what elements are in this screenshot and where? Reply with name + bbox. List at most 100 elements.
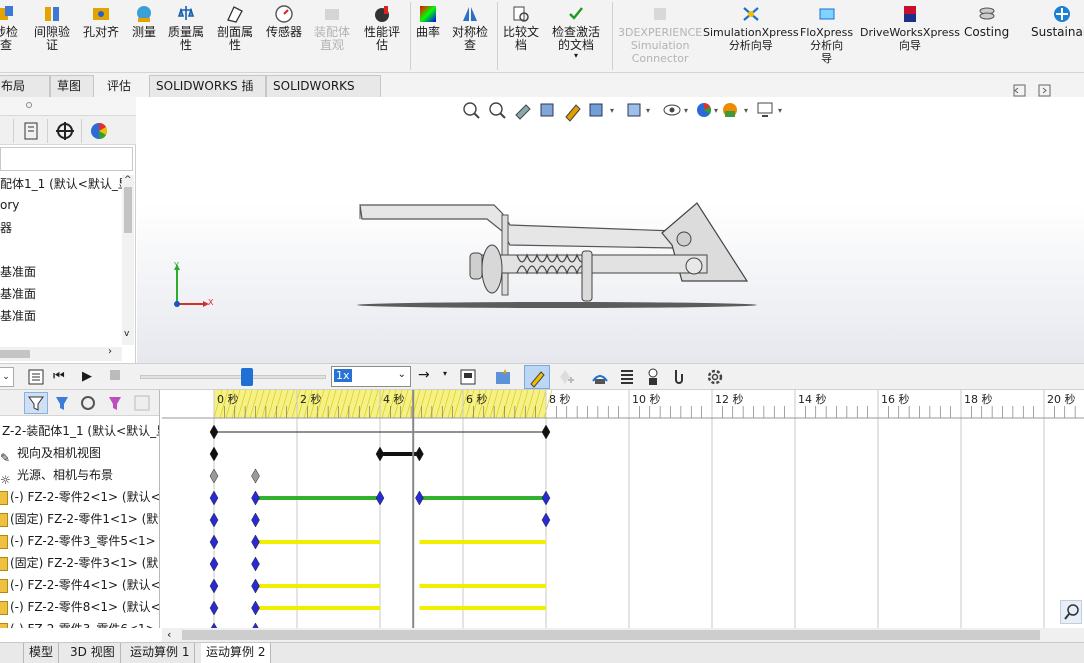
hole-alignment-button[interactable]: 孔对齐 — [83, 4, 119, 39]
mass-properties-button[interactable]: 质量属 性 — [168, 4, 204, 52]
view-orientation-icon[interactable] — [589, 103, 603, 117]
play-icon[interactable]: ▶ — [82, 369, 92, 384]
driveworksxpress-button[interactable]: DriveWorksXpress 向导 — [860, 4, 960, 52]
tile-right-icon[interactable] — [1038, 84, 1051, 97]
filter-animated-button[interactable] — [24, 392, 48, 414]
motion-tree-part-3-5[interactable]: (-) FZ-2-零件3_零件5<1> — [0, 530, 156, 552]
motion-tree-lights[interactable]: ☼ 光源、相机与布景 — [0, 464, 113, 487]
dropdown-arrow-icon[interactable]: ▾ — [443, 369, 447, 378]
motion-tree-part-4[interactable]: (-) FZ-2-零件4<1> (默认< — [0, 574, 159, 596]
key-point[interactable] — [251, 556, 260, 572]
key-point[interactable] — [209, 490, 219, 506]
hide-show-items-icon[interactable] — [663, 104, 681, 116]
key-point[interactable] — [209, 556, 219, 572]
tile-left-icon[interactable] — [1013, 84, 1026, 97]
motion-tree-part-8[interactable]: (-) FZ-2-零件8<1> (默认< — [0, 596, 159, 618]
play-from-start-icon[interactable]: ⏮ — [53, 369, 65, 384]
key-point[interactable] — [209, 424, 219, 440]
study-properties-gear-icon[interactable] — [705, 367, 725, 387]
save-animation-icon[interactable] — [458, 367, 478, 387]
tree-horizontal-scrollbar[interactable]: › — [0, 346, 122, 361]
tab-evaluate[interactable]: 评估 — [100, 75, 138, 97]
zoom-to-area-icon[interactable] — [489, 102, 506, 119]
scrollbar-thumb[interactable] — [182, 630, 1040, 640]
timeline-horizontal-scrollbar[interactable]: ‹ — [162, 628, 1084, 642]
edit-appearance-icon[interactable] — [697, 103, 711, 117]
tree-assembly-root[interactable]: 配体1_1 (默认<默认_显 — [0, 175, 130, 192]
filter-driving-icon[interactable] — [52, 393, 74, 413]
section-view-icon[interactable] — [540, 103, 554, 117]
key-point[interactable] — [209, 578, 219, 594]
tab-solidworks-addins[interactable]: SOLIDWORKS 插件 — [149, 75, 266, 114]
curvature-button[interactable]: 曲率 — [416, 4, 440, 39]
gravity-icon[interactable] — [669, 367, 689, 387]
playback-mode-icon[interactable]: → — [418, 367, 430, 383]
3dexperience-simulation-connector-button[interactable]: 3DEXPERIENCE Simulation Connector — [618, 4, 702, 65]
key-point[interactable] — [415, 490, 424, 506]
apply-scene-icon[interactable] — [723, 103, 737, 117]
check-active-document-button[interactable]: 检查激活 的文档 ▾ — [552, 4, 600, 60]
filter-selected-icon[interactable] — [78, 393, 100, 413]
motion-tree-views[interactable]: ✎ 视向及相机视图 — [0, 442, 101, 465]
tree-plane-right[interactable]: 基准面 — [0, 307, 36, 324]
tab-model[interactable]: 模型 — [24, 643, 60, 663]
key-point[interactable] — [415, 446, 424, 462]
tab-motion-study-1[interactable]: 运动算例 1 — [125, 643, 196, 663]
motion-tree-part-3[interactable]: (固定) FZ-2-零件3<1> (默 — [0, 552, 158, 574]
motion-tree-part-1[interactable]: (固定) FZ-2-零件1<1> (默认 — [0, 508, 159, 530]
key-point[interactable] — [251, 490, 260, 506]
dimxpert-tab[interactable] — [48, 119, 82, 143]
key-point[interactable] — [541, 512, 551, 528]
key-point[interactable] — [209, 534, 219, 550]
compare-documents-button[interactable]: 比较文 档 — [503, 4, 539, 52]
key-point[interactable] — [375, 490, 385, 506]
tree-history[interactable]: ory — [0, 198, 19, 212]
tab-layout[interactable]: 布局 — [0, 75, 50, 97]
filter-results-icon[interactable] — [105, 393, 127, 413]
featuremanager-tab[interactable] — [0, 119, 14, 143]
scrollbar-thumb[interactable] — [0, 350, 30, 358]
key-point[interactable] — [375, 446, 385, 462]
key-point[interactable] — [541, 424, 551, 440]
tree-filter-input[interactable] — [0, 147, 133, 171]
key-point[interactable] — [209, 468, 219, 484]
calculate-icon[interactable] — [26, 367, 46, 387]
tab-motion-study-2[interactable]: 运动算例 2 — [201, 643, 272, 663]
property-manager-tab[interactable] — [14, 119, 48, 143]
zoom-to-fit-icon[interactable] — [463, 102, 480, 119]
key-point[interactable] — [251, 578, 260, 594]
playback-slider-track[interactable] — [140, 375, 326, 379]
assembly-visualization-button[interactable]: 装配体 直观 — [314, 4, 350, 52]
key-point[interactable] — [209, 600, 219, 616]
key-point[interactable] — [209, 512, 219, 528]
scroll-right-icon[interactable]: › — [108, 346, 112, 357]
previous-view-icon[interactable] — [515, 104, 531, 120]
study-type-dropdown[interactable]: ⌄ — [0, 367, 14, 387]
clearance-verification-button[interactable]: 间隙验 证 — [34, 4, 70, 52]
spring-icon[interactable] — [617, 367, 637, 387]
add-key-icon[interactable] — [555, 367, 575, 387]
view-settings-icon[interactable] — [757, 102, 773, 117]
key-point[interactable] — [251, 600, 260, 616]
motion-tree-root[interactable]: Z-2-装配体1_1 (默认<默认_显 — [0, 420, 159, 442]
scroll-down-icon[interactable]: v — [124, 329, 129, 339]
sustainability-button[interactable]: Sustainabi — [1031, 4, 1084, 39]
performance-evaluation-button[interactable]: 性能评 估 — [364, 4, 400, 52]
graphics-viewport[interactable]: ▾ ▾ ▾ ▾ ▾ ▾ Y X — [137, 84, 1084, 363]
interference-check-button[interactable]: 涉检 查 — [0, 4, 18, 52]
key-point[interactable] — [251, 468, 260, 484]
tree-vertical-scrollbar[interactable] — [122, 175, 134, 345]
tab-sketch[interactable]: 草图 — [50, 75, 94, 97]
tree-plane-front[interactable]: 基准面 — [0, 263, 36, 280]
symmetry-check-button[interactable]: 对称检 查 — [452, 4, 488, 52]
motor-icon[interactable] — [590, 367, 610, 387]
sensor-button[interactable]: 传感器 — [266, 4, 302, 39]
motion-timeline[interactable]: 0 秒 2 秒 4 秒 6 秒 8 秒 10 秒 12 秒 14 秒 16 秒 18 秒 20 秒 — [162, 390, 1084, 628]
tree-sensors[interactable]: 器 — [0, 219, 12, 236]
display-style-icon[interactable] — [627, 103, 641, 117]
dropdown-arrow-icon[interactable]: ▾ — [552, 52, 600, 60]
scroll-left-icon[interactable]: ‹ — [167, 628, 171, 641]
autokey-button[interactable] — [524, 365, 550, 389]
tab-solidworks-mbd[interactable]: SOLIDWORKS MBD — [266, 75, 381, 114]
motion-tree-part-3-6[interactable]: (-) FZ-2-零件3_零件6<1> — [0, 618, 156, 628]
